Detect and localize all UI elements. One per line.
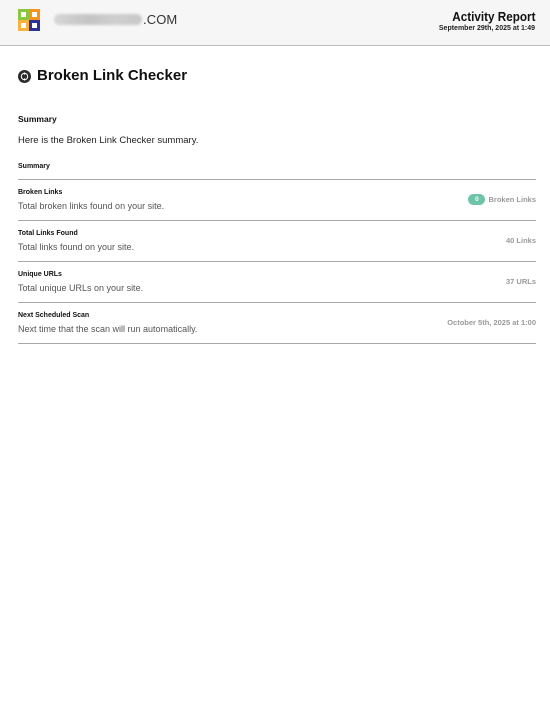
row-value: 40 Links [505,236,536,245]
row-value: 37 URLs [505,277,536,286]
row-description: Total broken links found on your site. [18,201,165,211]
summary-text: Here is the Broken Link Checker summary. [18,135,199,146]
row-value: 0 Broken Links [468,194,536,205]
domain-suffix: .COM [143,12,178,27]
table-row-broken-links: Broken Links Total broken links found on… [18,180,536,221]
row-label: Broken Links [18,189,63,196]
row-description: Total unique URLs on your site. [18,283,144,293]
table-header: Summary [18,163,50,170]
row-value: October 5th, 2025 at 1:00 [447,318,536,327]
row-label: Unique URLs [18,271,62,278]
summary-table: Broken Links Total broken links found on… [18,179,536,344]
broken-link-icon [18,70,31,83]
report-header: .COM Activity Report September 29th, 202… [0,0,550,46]
table-row-unique-urls: Unique URLs Total unique URLs on your si… [18,262,536,303]
row-description: Next time that the scan will run automat… [18,324,198,334]
report-title: Activity Report [451,9,535,24]
row-label: Next Scheduled Scan [18,312,90,319]
count-badge: 0 [468,194,486,205]
table-row-next-scan: Next Scheduled Scan Next time that the s… [18,303,536,344]
report-date: September 29th, 2025 at 1:49 [438,25,535,32]
site-logo-icon [18,9,40,31]
row-label: Total Links Found [18,230,78,237]
table-row-total-links: Total Links Found Total links found on y… [18,221,536,262]
row-value-text: Broken Links [488,195,536,204]
row-description: Total links found on your site. [18,242,135,252]
domain-name-redacted [54,14,142,25]
section-title: Broken Link Checker [37,67,188,84]
summary-heading: Summary [18,114,57,124]
